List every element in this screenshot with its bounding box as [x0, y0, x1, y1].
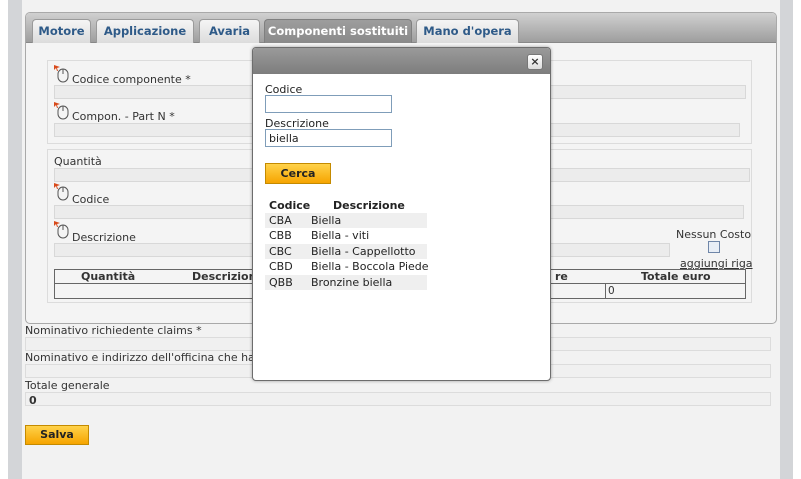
result-descrizione: Biella - Cappellotto — [311, 245, 416, 258]
results-row[interactable]: CBD Biella - Boccola Piede — [265, 259, 429, 274]
totale-generale-field — [25, 392, 771, 406]
result-descrizione: Biella — [311, 214, 342, 227]
nessun-costo-label: Nessun Costo — [676, 228, 752, 241]
tab-mano-opera[interactable]: Mano d'opera — [416, 19, 519, 43]
grid-header-totale-euro: Totale euro — [641, 270, 711, 283]
grid-header-partial: re — [555, 270, 568, 283]
grid-row-total: 0 — [605, 284, 745, 298]
nominativo-officina-label: Nominativo e indirizzo dell'officina che… — [25, 351, 266, 364]
result-descrizione: Biella - Boccola Piede — [311, 260, 429, 273]
result-codice: CBD — [269, 260, 293, 273]
mouse-icon — [54, 102, 69, 120]
result-codice: CBC — [269, 245, 292, 258]
mouse-icon — [54, 183, 69, 201]
result-descrizione: Biella - viti — [311, 229, 370, 242]
results-row[interactable]: CBB Biella - viti — [265, 228, 427, 243]
grid-header-quantita: Quantità — [81, 270, 136, 283]
results-row[interactable]: QBB Bronzine biella — [265, 275, 427, 290]
result-descrizione: Bronzine biella — [311, 276, 393, 289]
tab-avaria[interactable]: Avaria — [199, 19, 260, 43]
results-header-descrizione: Descrizione — [333, 199, 405, 212]
compon-part-label: Compon. - Part N * — [72, 110, 175, 123]
tab-motore[interactable]: Motore — [32, 19, 91, 43]
result-codice: CBA — [269, 214, 292, 227]
search-dialog: × Codice Descrizione Cerca Codice Descri… — [252, 47, 551, 381]
cerca-button[interactable]: Cerca — [265, 163, 331, 184]
result-codice: CBB — [269, 229, 292, 242]
tab-componenti-sostituiti[interactable]: Componenti sostituiti — [264, 19, 412, 43]
nominativo-richiedente-label: Nominativo richiedente claims * — [25, 324, 202, 337]
results-row[interactable]: CBA Biella — [265, 213, 427, 228]
result-codice: QBB — [269, 276, 293, 289]
quantita-label: Quantità — [54, 155, 102, 168]
mouse-icon — [54, 221, 69, 239]
dialog-codice-input[interactable] — [265, 95, 392, 113]
salva-button[interactable]: Salva — [25, 425, 89, 445]
nessun-costo-checkbox[interactable] — [708, 241, 720, 253]
results-header-codice: Codice — [269, 199, 311, 212]
dialog-descrizione-input[interactable] — [265, 129, 392, 147]
tab-applicazione[interactable]: Applicazione — [96, 19, 194, 43]
totale-generale-value: 0 — [29, 394, 37, 407]
mouse-icon — [54, 65, 69, 83]
tab-strip: Motore Applicazione Avaria Componenti so… — [26, 13, 776, 43]
dialog-titlebar: × — [253, 48, 550, 74]
close-icon[interactable]: × — [527, 54, 543, 70]
results-row[interactable]: CBC Biella - Cappellotto — [265, 244, 427, 259]
totale-generale-label: Totale generale — [25, 379, 110, 392]
